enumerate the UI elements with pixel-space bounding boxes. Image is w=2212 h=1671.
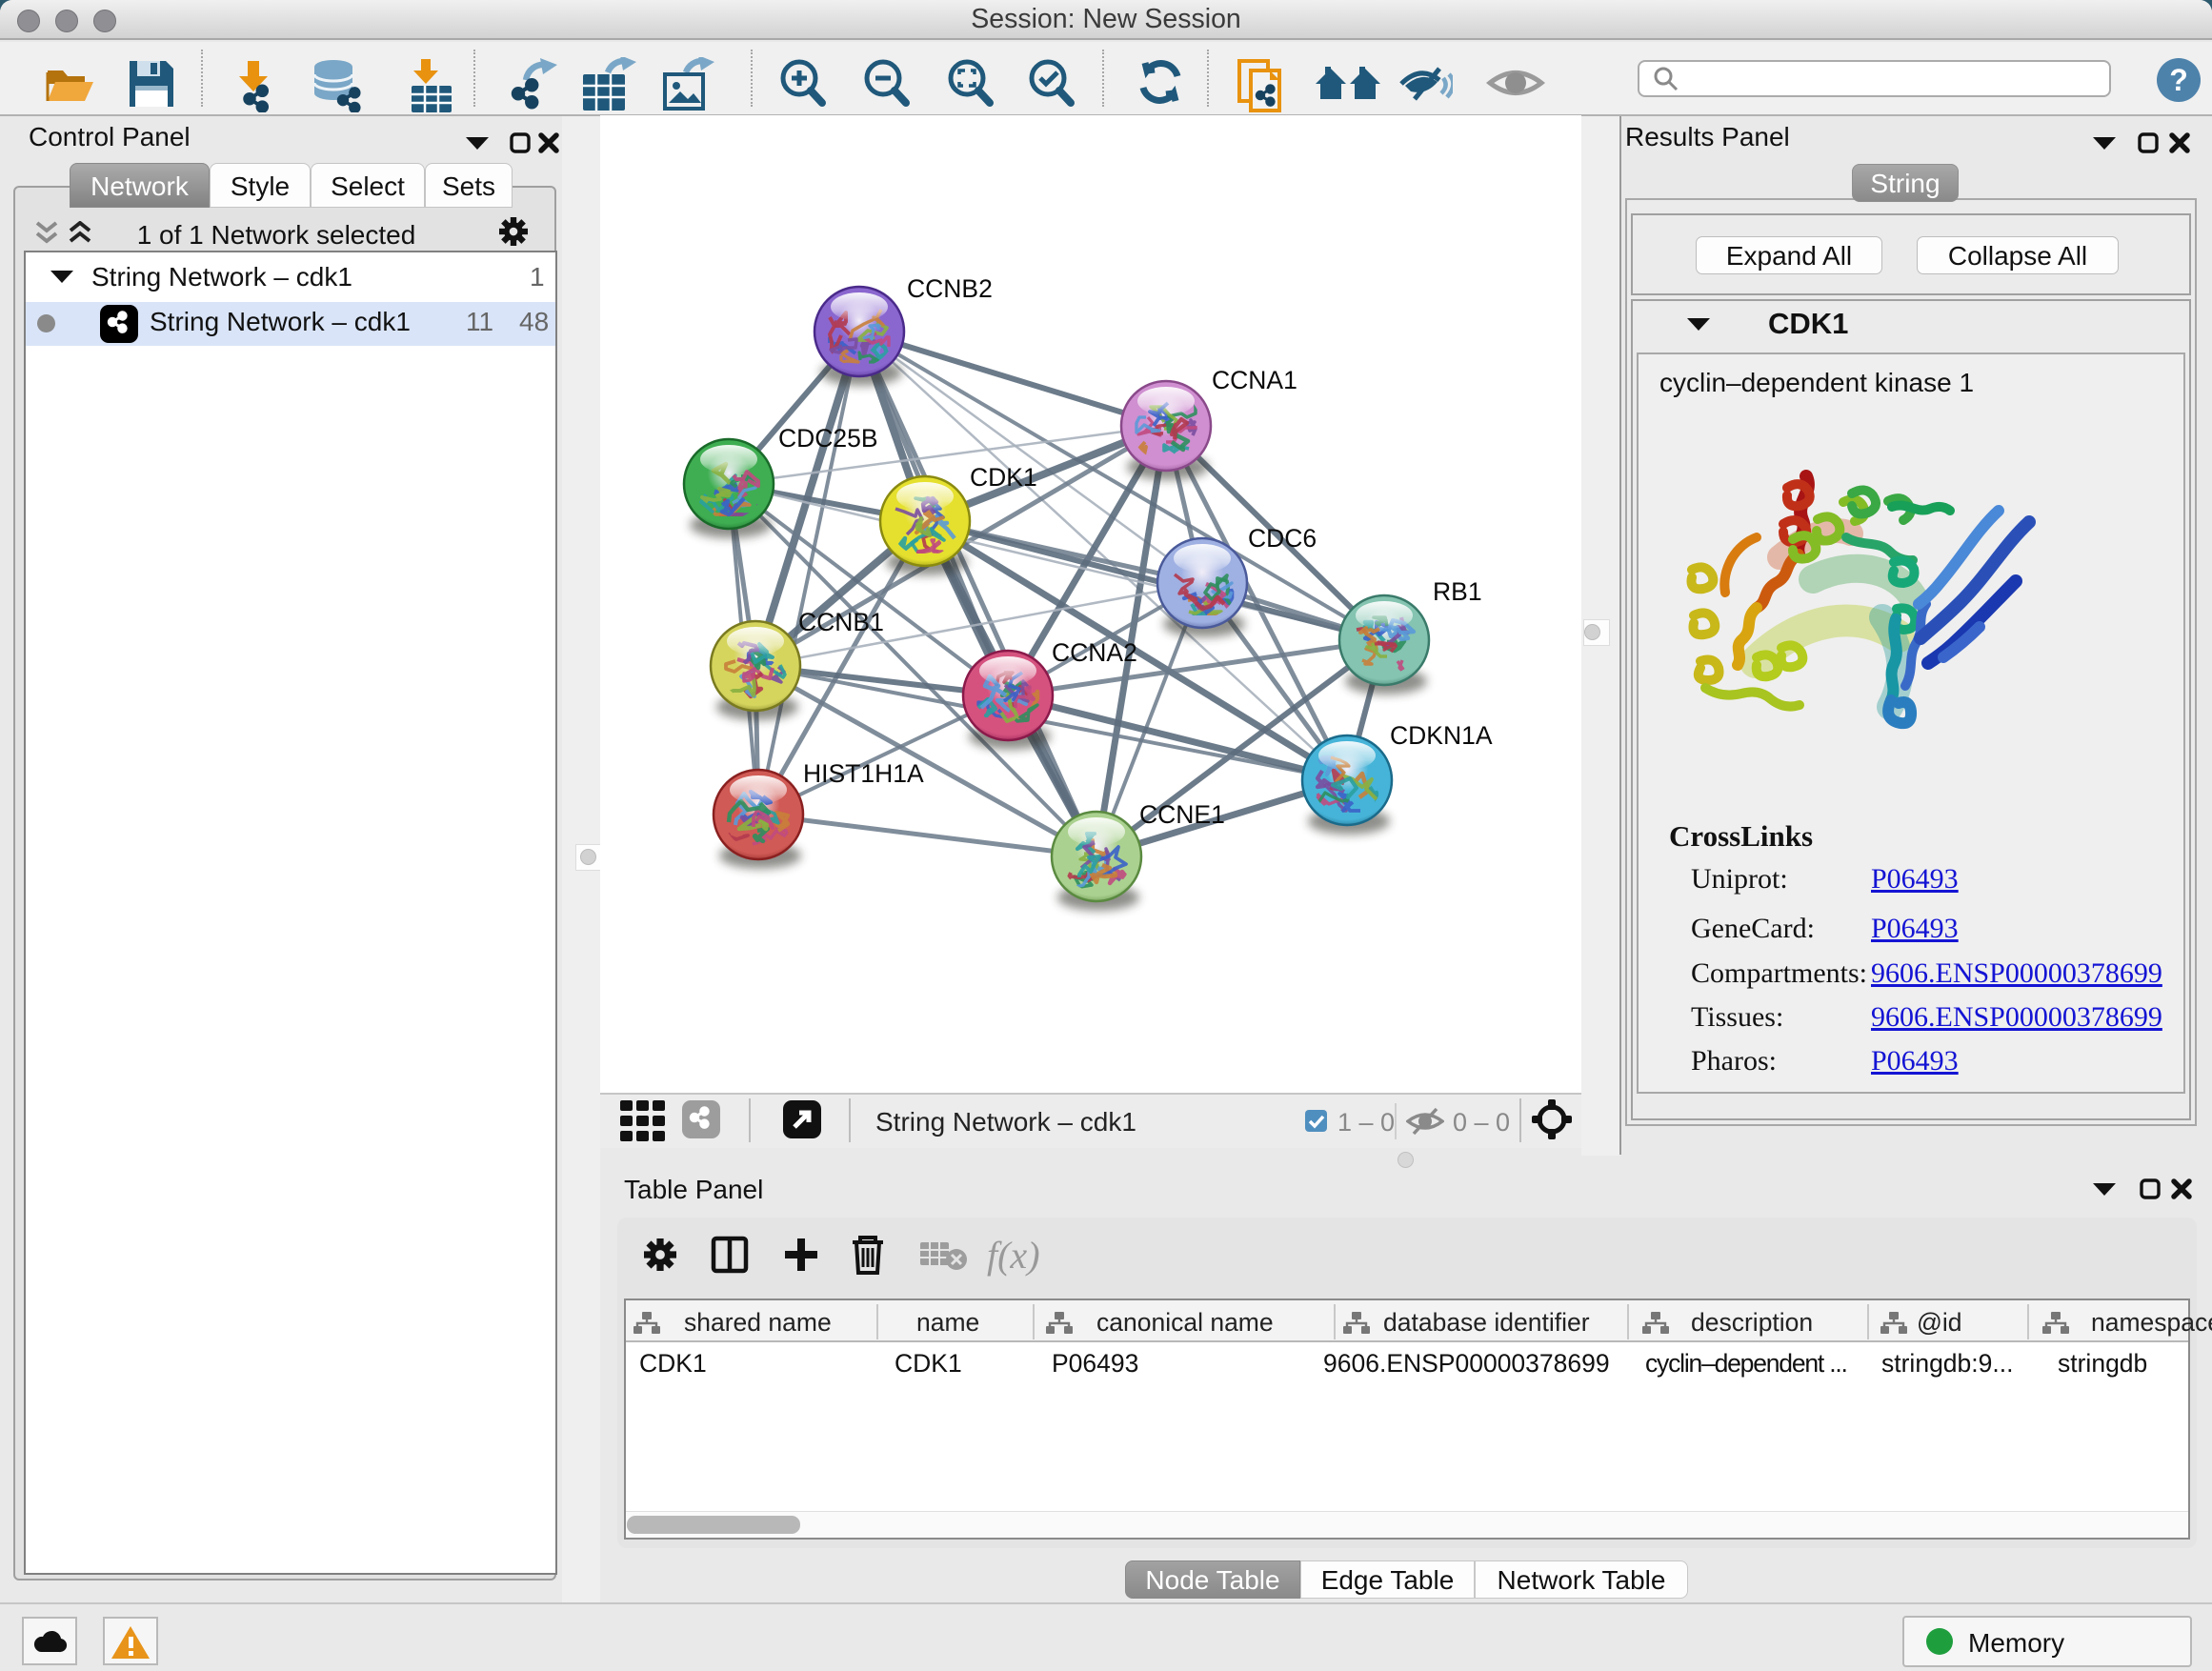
svg-text:CDK1: CDK1 bbox=[970, 463, 1037, 492]
svg-text:CCNB1: CCNB1 bbox=[798, 608, 884, 636]
svg-text:RB1: RB1 bbox=[1433, 577, 1482, 606]
svg-text:CDKN1A: CDKN1A bbox=[1390, 721, 1493, 750]
svg-text:CCNA1: CCNA1 bbox=[1212, 366, 1297, 394]
svg-text:CCNB2: CCNB2 bbox=[907, 274, 993, 303]
svg-text:CCNA2: CCNA2 bbox=[1052, 638, 1137, 667]
svg-text:HIST1H1A: HIST1H1A bbox=[803, 759, 924, 788]
svg-text:CCNE1: CCNE1 bbox=[1139, 800, 1225, 829]
svg-text:CDC6: CDC6 bbox=[1248, 524, 1317, 553]
svg-text:CDC25B: CDC25B bbox=[778, 424, 878, 453]
